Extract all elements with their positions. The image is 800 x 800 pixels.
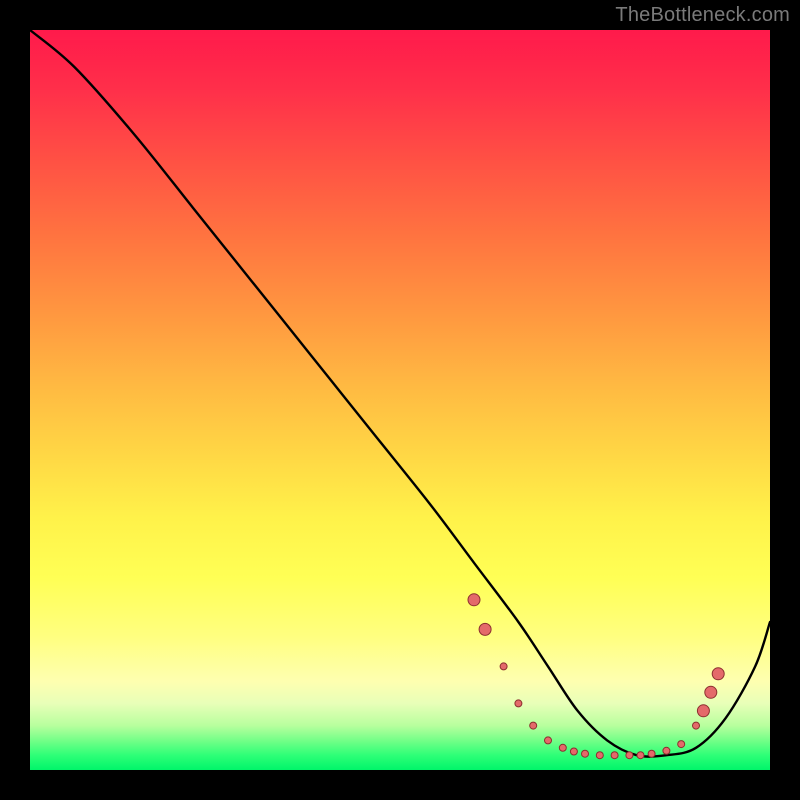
marker-point <box>570 748 577 755</box>
marker-point <box>545 737 552 744</box>
marker-point <box>596 752 603 759</box>
plot-area <box>30 30 770 770</box>
curve-svg <box>30 30 770 770</box>
marker-point <box>559 744 566 751</box>
marker-point <box>663 747 670 754</box>
chart-frame: TheBottleneck.com <box>0 0 800 800</box>
marker-point <box>479 623 491 635</box>
marker-point <box>678 741 685 748</box>
watermark-text: TheBottleneck.com <box>615 4 790 27</box>
marker-point <box>637 752 644 759</box>
marker-point <box>468 594 480 606</box>
marker-point <box>697 705 709 717</box>
marker-point <box>530 722 537 729</box>
marker-point <box>611 752 618 759</box>
marker-point <box>712 668 724 680</box>
marker-point <box>515 700 522 707</box>
marker-point <box>693 722 700 729</box>
marker-point <box>648 750 655 757</box>
marker-point <box>500 663 507 670</box>
marker-point <box>626 752 633 759</box>
markers-group <box>468 594 724 759</box>
main-curve <box>30 30 770 757</box>
marker-point <box>705 686 717 698</box>
marker-point <box>582 750 589 757</box>
